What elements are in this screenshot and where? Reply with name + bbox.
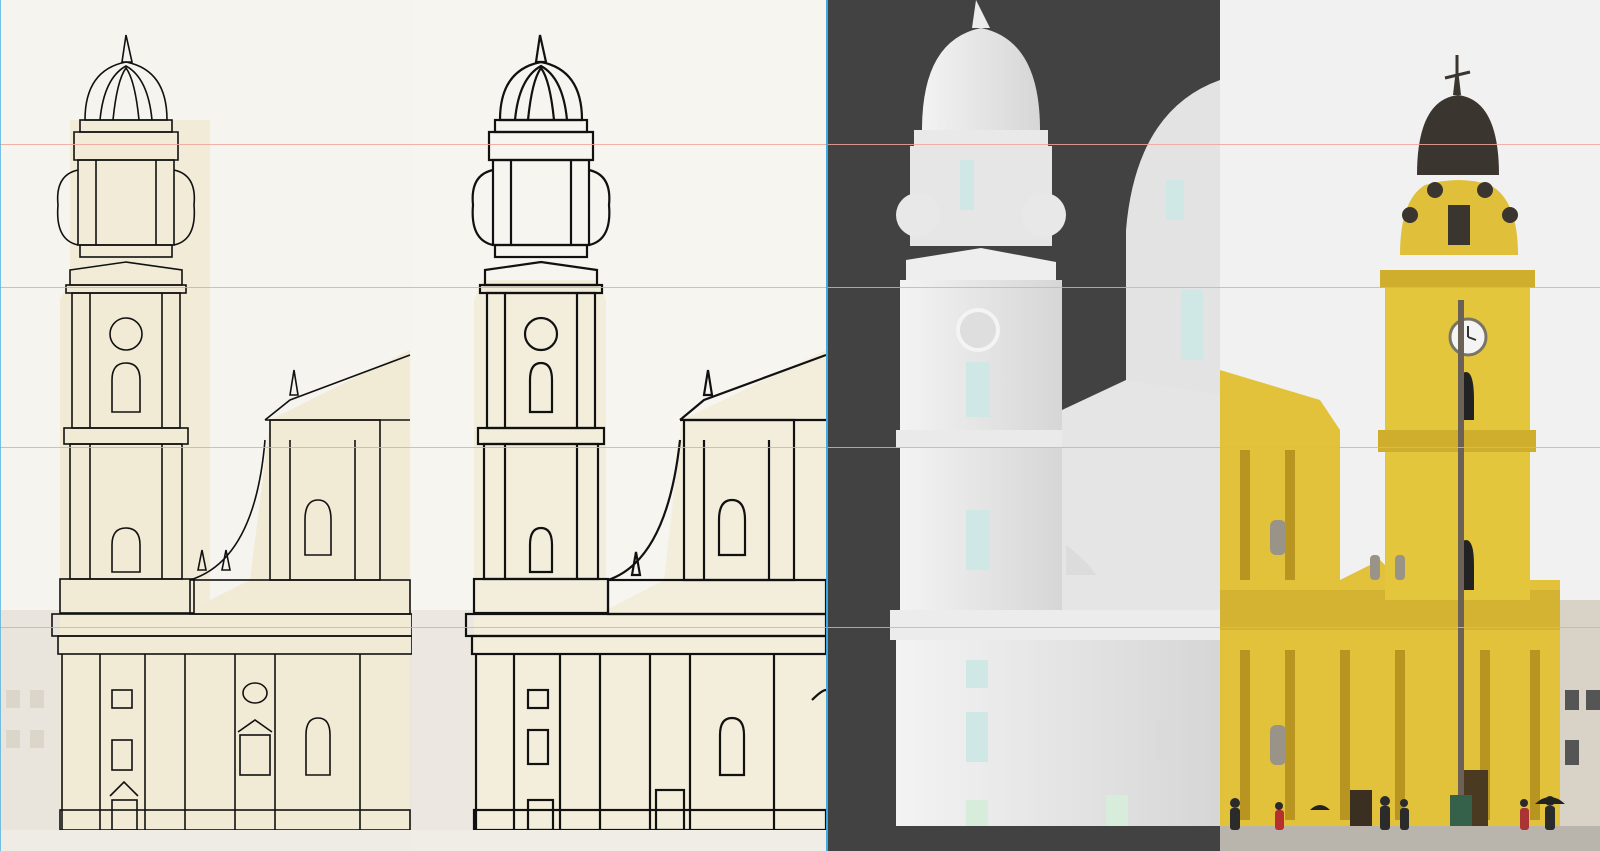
- reference-photo-panel: [1220, 0, 1600, 851]
- clock-icon: [956, 308, 1000, 352]
- model-nave: [1062, 380, 1220, 610]
- line-drawing-panel: [412, 0, 826, 851]
- white-3d-model-panel: [826, 0, 1220, 851]
- reference-photo: [1220, 0, 1600, 851]
- comparison-canvas: [0, 0, 1600, 851]
- lamp-post-icon: [1458, 300, 1464, 820]
- sketch-overlay-drawing: [0, 34, 412, 851]
- neighbor-building: [1555, 600, 1600, 830]
- line-drawing: [412, 34, 826, 851]
- sketch-overlay-panel: [0, 0, 412, 851]
- left-edge-guide: [0, 0, 1, 851]
- vertical-guide[interactable]: [826, 0, 828, 851]
- white-3d-model: [826, 0, 1220, 851]
